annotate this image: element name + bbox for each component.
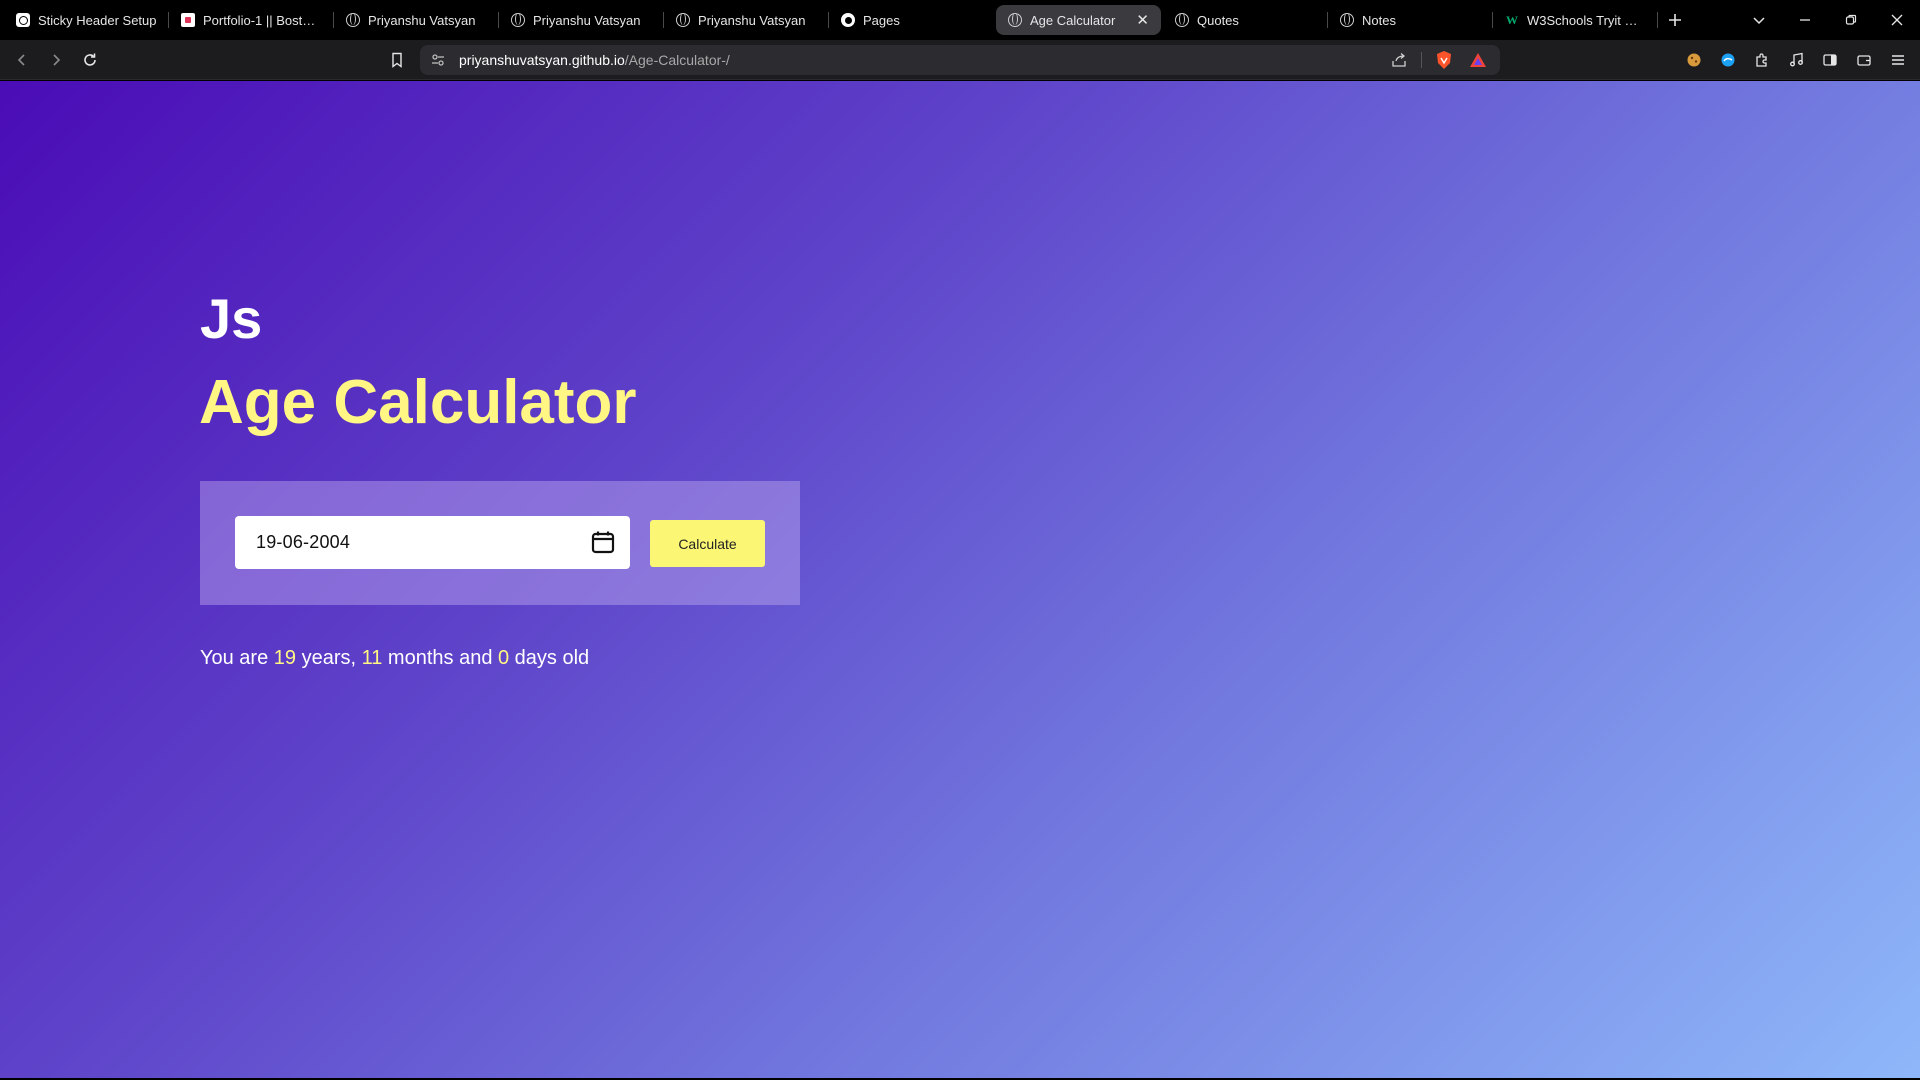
tab-sticky-header-setup[interactable]: Sticky Header Setup: [4, 5, 169, 35]
globe-icon: [1340, 13, 1354, 27]
tab-label: Priyanshu Vatsyan: [368, 12, 476, 28]
tab-pages[interactable]: Pages: [829, 5, 994, 35]
result-days-label: days old: [509, 647, 590, 669]
globe-icon: [1175, 13, 1189, 27]
tab-priyanshu-3[interactable]: Priyanshu Vatsyan: [664, 5, 829, 35]
tab-label: Pages: [863, 12, 900, 28]
tab-strip: Sticky Header Setup Portfolio-1 || Bosta…: [0, 0, 1920, 40]
age-result: You are 19 years, 11 months and 0 days o…: [200, 647, 589, 670]
result-months-label: months and: [382, 647, 498, 669]
openai-icon: [16, 13, 30, 27]
result-days: 0: [498, 647, 510, 669]
back-button[interactable]: [8, 46, 36, 74]
plus-icon: [1669, 14, 1681, 26]
media-control-icon[interactable]: [1782, 46, 1810, 74]
forward-button[interactable]: [42, 46, 70, 74]
bookmark-icon: [392, 52, 402, 68]
arrow-left-icon: [17, 54, 25, 66]
tab-label: Quotes: [1197, 12, 1239, 28]
calculate-button[interactable]: Calculate: [650, 520, 765, 567]
share-icon[interactable]: [1387, 48, 1411, 72]
arrow-right-icon: [53, 54, 61, 66]
eyebrow-title: Js: [200, 287, 263, 350]
w3schools-icon: W: [1506, 12, 1518, 27]
tab-portfolio[interactable]: Portfolio-1 || Bostami: [169, 5, 334, 35]
result-prefix: You are: [200, 647, 274, 669]
restore-icon: [1845, 14, 1857, 25]
github-icon: [841, 13, 855, 27]
tab-priyanshu-2[interactable]: Priyanshu Vatsyan: [499, 5, 664, 35]
minimize-icon: [1800, 19, 1810, 21]
tab-quotes[interactable]: Quotes: [1163, 5, 1328, 35]
globe-icon: [1008, 13, 1022, 27]
divider: [1421, 52, 1422, 68]
brave-shield-icon[interactable]: [1432, 48, 1456, 72]
menu-icon[interactable]: [1884, 46, 1912, 74]
new-tab-button[interactable]: [1660, 5, 1690, 35]
globe-icon: [676, 13, 690, 27]
brave-rewards-icon[interactable]: [1466, 48, 1490, 72]
tab-search-button[interactable]: [1736, 0, 1782, 40]
page-viewport: Js Age Calculator 19-06-2004 Calculate Y…: [0, 81, 1920, 1078]
result-months: 11: [361, 647, 383, 669]
url-text[interactable]: priyanshuvatsyan.github.io/Age-Calculato…: [459, 52, 730, 68]
tab-w3schools[interactable]: W W3Schools Tryit Editor: [1493, 5, 1658, 35]
tab-label: Priyanshu Vatsyan: [698, 12, 806, 28]
globe-icon: [511, 13, 525, 27]
page-title: Age Calculator: [199, 368, 637, 437]
result-years-label: years,: [296, 647, 362, 669]
tab-label: Age Calculator: [1030, 12, 1116, 28]
close-icon: [1891, 14, 1903, 26]
bookmark-button[interactable]: [383, 46, 411, 74]
reload-icon: [84, 53, 96, 66]
close-icon[interactable]: ✕: [1136, 11, 1149, 29]
url-host: priyanshuvatsyan.github.io: [459, 52, 625, 68]
result-years: 19: [273, 647, 297, 669]
blue-extension-icon[interactable]: [1714, 46, 1742, 74]
tab-age-calculator[interactable]: Age Calculator ✕: [996, 5, 1161, 35]
reload-button[interactable]: [76, 46, 104, 74]
tab-label: W3Schools Tryit Editor: [1527, 12, 1646, 28]
wallet-icon[interactable]: [1850, 46, 1878, 74]
cookie-extension-icon[interactable]: [1680, 46, 1708, 74]
calculator-card: 19-06-2004 Calculate: [200, 481, 800, 605]
calendar-icon[interactable]: [590, 529, 616, 555]
globe-icon: [346, 13, 360, 27]
tab-priyanshu-1[interactable]: Priyanshu Vatsyan: [334, 5, 499, 35]
site-settings-icon[interactable]: [430, 52, 446, 68]
url-path: /Age-Calculator-/: [624, 52, 730, 68]
extensions-icon[interactable]: [1748, 46, 1776, 74]
browser-toolbar: priyanshuvatsyan.github.io/Age-Calculato…: [0, 40, 1920, 80]
tab-label: Priyanshu Vatsyan: [533, 12, 641, 28]
birthdate-input[interactable]: 19-06-2004: [235, 516, 630, 569]
chevron-down-icon: [1753, 17, 1765, 25]
window-controls: [1736, 0, 1920, 40]
tab-label: Notes: [1362, 12, 1396, 28]
tab-label: Portfolio-1 || Bostami: [203, 12, 322, 28]
sidebar-toggle-icon[interactable]: [1816, 46, 1844, 74]
address-bar[interactable]: priyanshuvatsyan.github.io/Age-Calculato…: [420, 45, 1500, 75]
minimize-button[interactable]: [1782, 0, 1828, 40]
tab-notes[interactable]: Notes: [1328, 5, 1493, 35]
portfolio-icon: [181, 13, 195, 27]
close-window-button[interactable]: [1874, 0, 1920, 40]
birthdate-value: 19-06-2004: [256, 532, 351, 552]
restore-button[interactable]: [1828, 0, 1874, 40]
tab-label: Sticky Header Setup: [38, 12, 157, 28]
